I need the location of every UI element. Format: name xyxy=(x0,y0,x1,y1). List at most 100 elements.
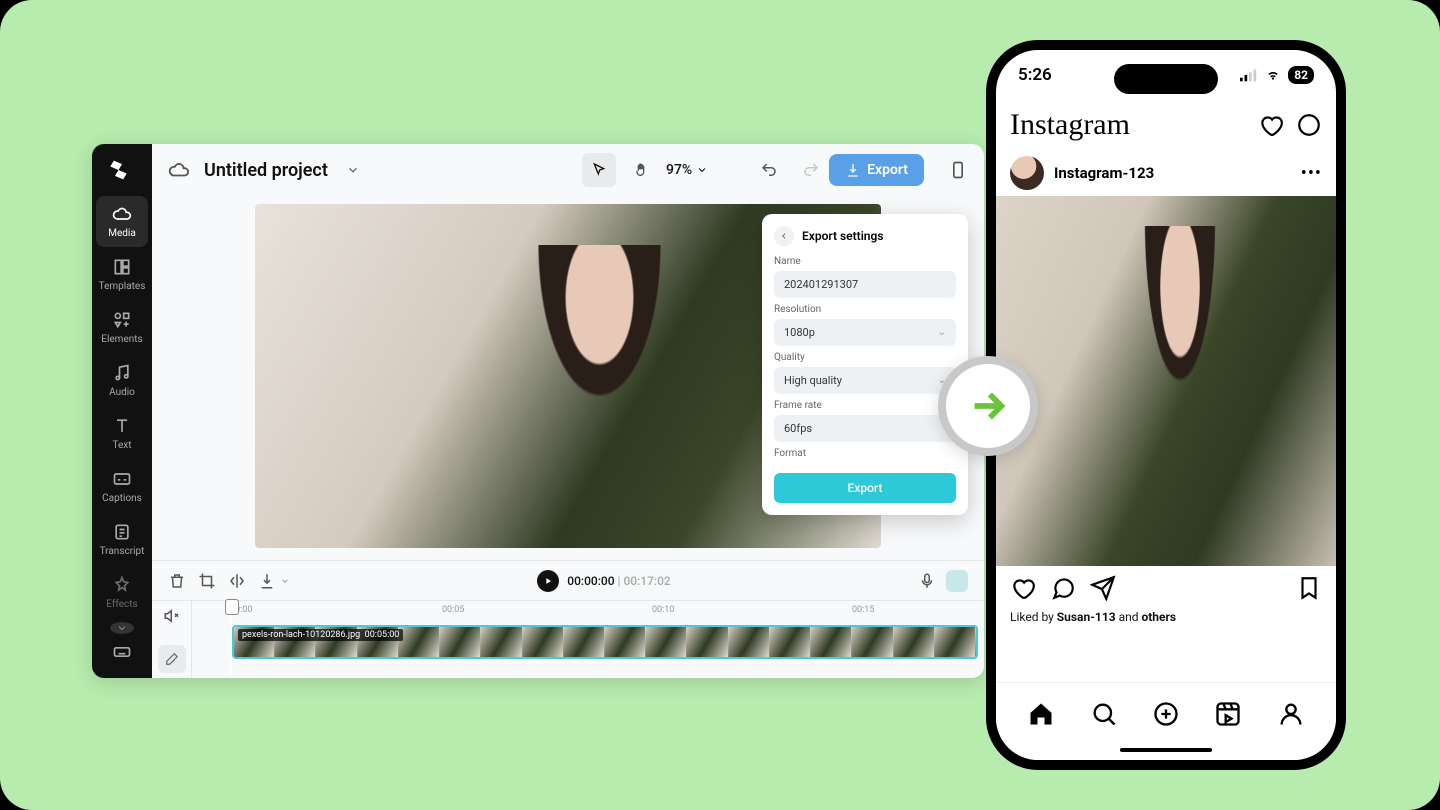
name-input[interactable]: 202401291307 xyxy=(774,271,956,298)
sidebar-item-text[interactable]: Text xyxy=(96,408,148,459)
panel-back-button[interactable] xyxy=(774,226,794,246)
delete-icon[interactable] xyxy=(168,572,186,590)
templates-icon xyxy=(112,257,132,277)
timeline: 00:00 00:05 00:10 00:15 pexels-ron-lach-… xyxy=(152,600,984,678)
resolution-label: Resolution xyxy=(774,304,956,315)
export-icon xyxy=(845,162,861,178)
chevron-down-icon[interactable] xyxy=(346,163,360,177)
nav-profile-icon[interactable] xyxy=(1277,700,1305,728)
undo-button[interactable] xyxy=(752,153,786,187)
cloud-icon xyxy=(112,204,132,224)
pencil-icon xyxy=(165,652,179,666)
editor-sidebar: Media Templates Elements Audio Text Capt… xyxy=(92,144,152,678)
nav-reels-icon[interactable] xyxy=(1214,700,1242,728)
timeline-tracks[interactable]: 00:00 00:05 00:10 00:15 pexels-ron-lach-… xyxy=(192,601,984,678)
mute-icon[interactable] xyxy=(163,607,181,625)
comment-icon[interactable] xyxy=(1050,575,1076,601)
sidebar-item-captions[interactable]: Captions xyxy=(96,461,148,512)
redo-icon xyxy=(802,161,820,179)
redo-button[interactable] xyxy=(794,153,828,187)
post-actions xyxy=(996,566,1336,610)
signal-icon xyxy=(1240,68,1258,82)
home-indicator xyxy=(1120,748,1212,752)
clip-label: pexels-ron-lach-10120286.jpg 00:05:00 xyxy=(238,629,403,641)
cloud-save-icon[interactable] xyxy=(168,159,190,181)
timeline-ruler: 00:00 00:05 00:10 00:15 xyxy=(192,601,984,621)
sidebar-item-elements[interactable]: Elements xyxy=(96,302,148,353)
status-time: 5:26 xyxy=(1018,65,1052,85)
sidebar-item-effects[interactable]: Effects xyxy=(96,567,148,618)
playback-controls: 00:00:00 | 00:17:02 xyxy=(152,560,984,600)
sidebar-label: Effects xyxy=(106,599,137,610)
panel-export-button[interactable]: Export xyxy=(774,473,956,503)
wifi-icon xyxy=(1264,68,1282,82)
cursor-tool[interactable] xyxy=(582,153,616,187)
post-more-button[interactable]: ••• xyxy=(1301,163,1322,184)
instagram-header: Instagram xyxy=(996,100,1336,150)
app-logo-icon[interactable] xyxy=(108,156,136,184)
mic-icon[interactable] xyxy=(918,572,936,590)
captions-icon xyxy=(112,469,132,489)
ai-tools-icon[interactable] xyxy=(946,570,968,592)
hand-tool[interactable] xyxy=(624,153,658,187)
bottom-nav xyxy=(996,682,1336,760)
chevron-down-icon[interactable] xyxy=(280,576,290,586)
play-button[interactable] xyxy=(537,570,559,592)
undo-icon xyxy=(760,161,778,179)
heart-icon[interactable] xyxy=(1258,112,1284,138)
text-icon xyxy=(112,416,132,436)
audio-icon xyxy=(112,363,132,383)
format-label: Format xyxy=(774,448,956,459)
cursor-icon xyxy=(591,162,607,178)
battery-level: 82 xyxy=(1288,66,1314,84)
panel-title: Export settings xyxy=(802,229,884,243)
sidebar-label: Templates xyxy=(99,281,146,292)
quality-select[interactable]: High quality⌄ xyxy=(774,367,956,394)
sidebar-label: Elements xyxy=(101,334,142,345)
messages-icon[interactable] xyxy=(1296,112,1322,138)
resolution-select[interactable]: 1080p⌄ xyxy=(774,319,956,346)
nav-search-icon[interactable] xyxy=(1090,700,1118,728)
framerate-select[interactable]: 60fps xyxy=(774,415,956,442)
post-header: Instagram-123 ••• xyxy=(996,150,1336,196)
play-icon xyxy=(543,576,553,586)
framerate-label: Frame rate xyxy=(774,400,956,411)
nav-home-icon[interactable] xyxy=(1027,700,1055,728)
sidebar-item-audio[interactable]: Audio xyxy=(96,355,148,406)
sidebar-item-keyboard[interactable] xyxy=(96,638,148,666)
crop-icon[interactable] xyxy=(198,572,216,590)
video-clip[interactable]: pexels-ron-lach-10120286.jpg 00:05:00 xyxy=(232,625,978,659)
sidebar-label: Transcript xyxy=(100,546,145,557)
phone-notch xyxy=(1114,64,1218,94)
instagram-logo[interactable]: Instagram xyxy=(1010,108,1246,142)
bookmark-icon[interactable] xyxy=(1296,575,1322,601)
like-icon[interactable] xyxy=(1010,575,1036,601)
name-label: Name xyxy=(774,256,956,267)
sidebar-collapse-button[interactable] xyxy=(110,622,134,634)
project-title[interactable]: Untitled project xyxy=(204,160,328,181)
sidebar-label: Captions xyxy=(102,493,142,504)
chevron-down-icon: ⌄ xyxy=(938,327,946,338)
export-button[interactable]: Export xyxy=(829,154,924,186)
export-settings-panel: Export settings Name 202401291307 Resolu… xyxy=(762,214,968,515)
editor-topbar: Untitled project 97% xyxy=(152,144,984,196)
playhead[interactable] xyxy=(230,601,232,678)
transcript-icon xyxy=(112,522,132,542)
mirror-icon[interactable] xyxy=(228,572,246,590)
zoom-level[interactable]: 97% xyxy=(666,162,708,178)
timecode: 00:00:00 | 00:17:02 xyxy=(567,574,670,588)
likes-text: Liked by Susan-113 and others xyxy=(996,610,1336,634)
phone-preview-icon[interactable] xyxy=(948,160,968,180)
share-icon[interactable] xyxy=(1090,575,1116,601)
post-username[interactable]: Instagram-123 xyxy=(1054,164,1291,182)
tool-group: 97% xyxy=(582,153,708,187)
sidebar-item-media[interactable]: Media xyxy=(96,196,148,247)
sidebar-item-templates[interactable]: Templates xyxy=(96,249,148,300)
sidebar-label: Media xyxy=(108,228,136,239)
sidebar-item-transcript[interactable]: Transcript xyxy=(96,514,148,565)
download-icon[interactable] xyxy=(258,572,276,590)
nav-create-icon[interactable] xyxy=(1152,700,1180,728)
user-avatar[interactable] xyxy=(1010,156,1044,190)
post-image[interactable] xyxy=(996,196,1336,566)
add-track-button[interactable] xyxy=(158,645,186,673)
